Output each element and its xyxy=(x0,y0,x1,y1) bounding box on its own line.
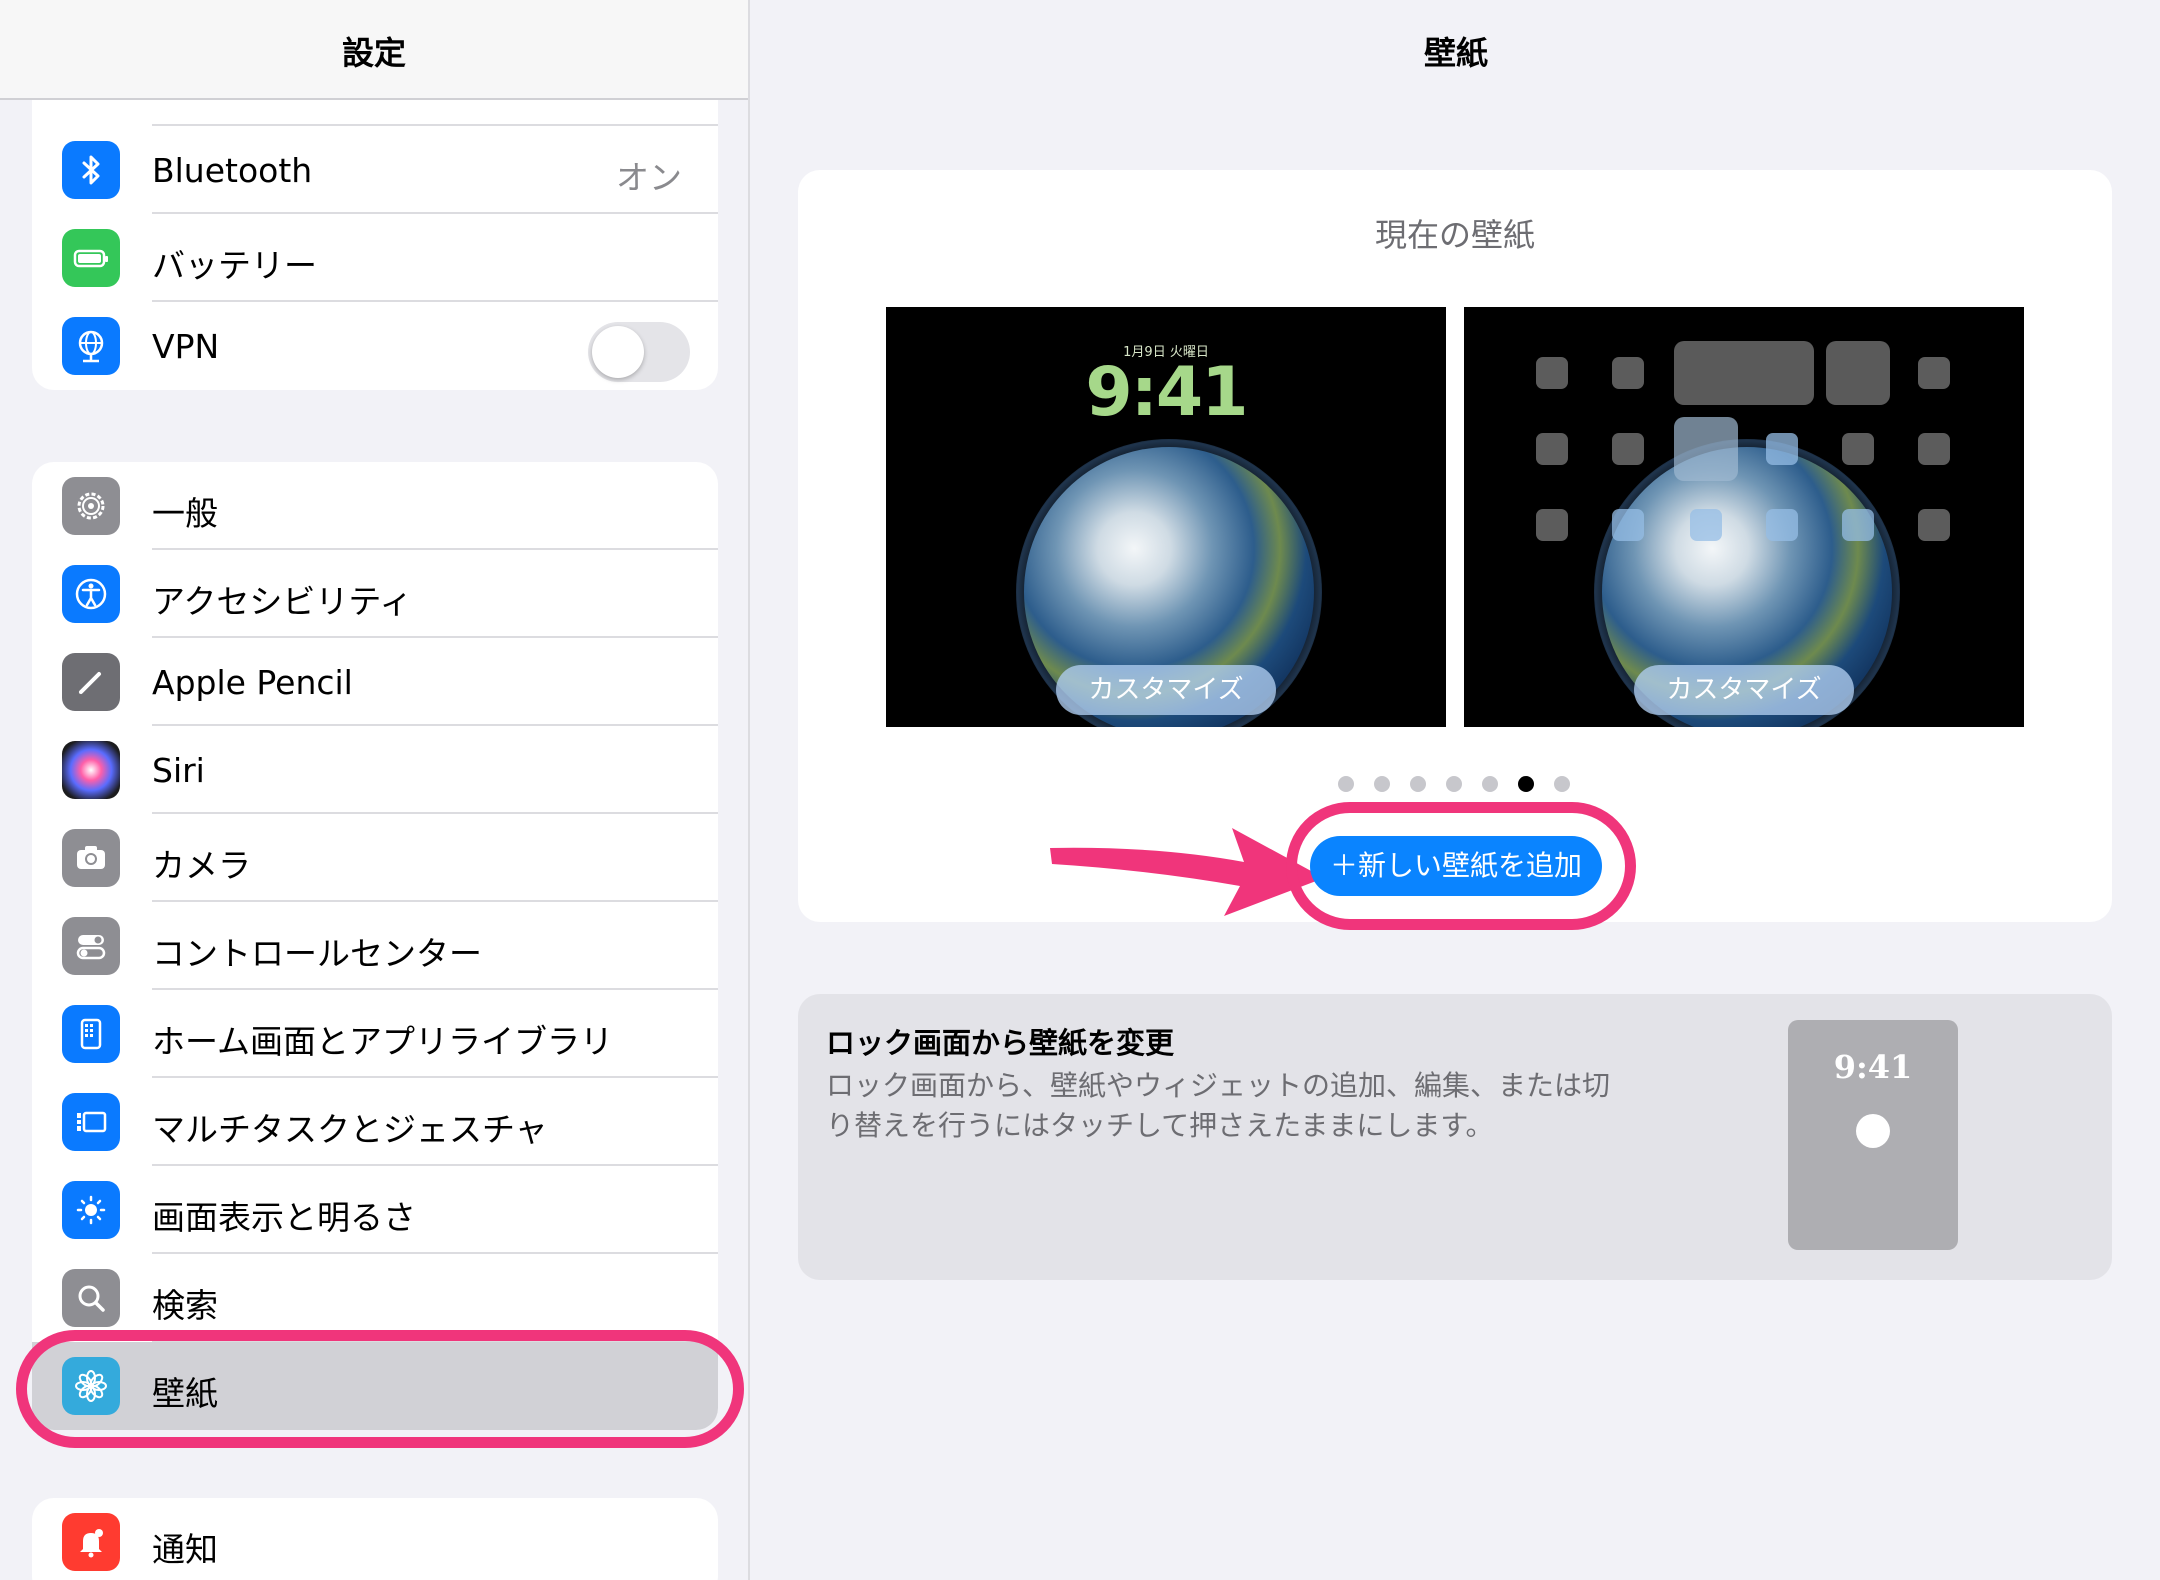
sidebar-item-label: バッテリー xyxy=(152,246,317,285)
lock-screen-illustration: 9:41 xyxy=(1788,1020,1958,1250)
accessibility-icon xyxy=(62,565,120,623)
app-icon-placeholder xyxy=(1612,357,1644,389)
customize-home-button[interactable]: カスタマイズ xyxy=(1634,665,1854,715)
battery-icon xyxy=(62,229,120,287)
notification-icon xyxy=(62,1513,120,1571)
lock-screen-tip-card: ロック画面から壁紙を変更 ロック画面から、壁紙やウィジェットの追加、編集、または… xyxy=(798,994,2112,1280)
page-dot[interactable] xyxy=(1554,776,1570,792)
app-icon-placeholder xyxy=(1536,509,1568,541)
current-wallpaper-card: 現在の壁紙 1月9日 火曜日 9:41 カスタマイズ カスタマイズ ＋新しい壁紙… xyxy=(798,170,2112,930)
pencil-icon xyxy=(62,653,120,711)
vpn-toggle[interactable] xyxy=(588,322,690,382)
sidebar-item-label: VPN xyxy=(152,327,220,366)
sidebar-item-search[interactable]: 検索 xyxy=(32,1254,718,1342)
sidebar-item-label: Apple Pencil xyxy=(152,663,353,702)
bluetooth-status: オン xyxy=(616,158,682,197)
sidebar-title: 設定 xyxy=(341,34,406,72)
gear-icon xyxy=(62,477,120,535)
app-icon-placeholder xyxy=(1690,509,1722,541)
touch-indicator-icon xyxy=(1856,1114,1890,1148)
sidebar-item-notifications[interactable]: 通知 xyxy=(32,1498,718,1580)
main-content: 壁紙 現在の壁紙 1月9日 火曜日 9:41 カスタマイズ カスタマイズ ＋新し… xyxy=(752,0,2160,1580)
brightness-icon xyxy=(62,1181,120,1239)
app-icon-placeholder xyxy=(1842,509,1874,541)
toggle-knob xyxy=(592,326,644,378)
sidebar-item-home-screen[interactable]: ホーム画面とアプリライブラリ xyxy=(32,990,718,1078)
page-dot[interactable] xyxy=(1374,776,1390,792)
settings-group-notifications: 通知 xyxy=(32,1498,718,1580)
tip-description: ロック画面から、壁紙やウィジェットの追加、編集、または切り替えを行うにはタッチし… xyxy=(826,1069,1611,1142)
widget-placeholder xyxy=(1674,341,1814,405)
sidebar-item-label: カメラ xyxy=(152,846,251,885)
page-indicator[interactable] xyxy=(1338,776,1570,792)
sidebar-item-label: Bluetooth xyxy=(152,151,313,190)
add-new-wallpaper-button[interactable]: ＋新しい壁紙を追加 xyxy=(1310,836,1602,896)
page-dot-active[interactable] xyxy=(1518,776,1534,792)
sidebar-item-siri[interactable]: Siri xyxy=(32,726,718,814)
vpn-globe-icon xyxy=(62,317,120,375)
sidebar-header: 設定 xyxy=(0,0,748,100)
page-dot[interactable] xyxy=(1446,776,1462,792)
sidebar: 設定 Bluetooth オン バッテリー VPN 一般 アクセシビリティ Ap… xyxy=(0,0,750,1580)
tip-title: ロック画面から壁紙を変更 xyxy=(826,1026,1175,1060)
siri-icon xyxy=(62,741,120,799)
app-icon-placeholder xyxy=(1766,509,1798,541)
control-center-icon xyxy=(62,917,120,975)
illustration-time: 9:41 xyxy=(1833,1048,1913,1086)
sidebar-item-accessibility[interactable]: アクセシビリティ xyxy=(32,550,718,638)
app-icon-placeholder xyxy=(1612,509,1644,541)
home-screen-icon xyxy=(62,1005,120,1063)
page-dot[interactable] xyxy=(1410,776,1426,792)
sidebar-item-label: アクセシビリティ xyxy=(152,582,413,621)
highlight-annotation-wallpaper xyxy=(16,1330,744,1448)
app-icon-placeholder xyxy=(1766,433,1798,465)
sidebar-item-vpn[interactable]: VPN xyxy=(32,302,718,390)
app-icon-placeholder xyxy=(1918,433,1950,465)
customize-lock-button[interactable]: カスタマイズ xyxy=(1056,665,1276,715)
sidebar-item-general[interactable]: 一般 xyxy=(32,462,718,550)
sidebar-item-multitasking[interactable]: マルチタスクとジェスチャ xyxy=(32,1078,718,1166)
app-icon-placeholder xyxy=(1612,433,1644,465)
sidebar-item-apple-pencil[interactable]: Apple Pencil xyxy=(32,638,718,726)
settings-group-general: 一般 アクセシビリティ Apple Pencil Siri カメラ コントロール… xyxy=(32,462,718,1430)
sidebar-item-label: 画面表示と明るさ xyxy=(152,1198,416,1237)
sidebar-item-label: 一般 xyxy=(152,494,218,533)
page-dot[interactable] xyxy=(1482,776,1498,792)
sidebar-item-label: ホーム画面とアプリライブラリ xyxy=(152,1022,614,1061)
sidebar-item-label: コントロールセンター xyxy=(152,934,482,973)
app-icon-placeholder xyxy=(1536,433,1568,465)
sidebar-item-bluetooth[interactable]: Bluetooth オン xyxy=(32,126,718,214)
current-wallpaper-heading: 現在の壁紙 xyxy=(1374,216,1535,254)
multitasking-icon xyxy=(62,1093,120,1151)
sidebar-item-control-center[interactable]: コントロールセンター xyxy=(32,902,718,990)
sidebar-item-camera[interactable]: カメラ xyxy=(32,814,718,902)
app-icon-placeholder xyxy=(1842,433,1874,465)
app-icon-placeholder xyxy=(1918,509,1950,541)
page-dot[interactable] xyxy=(1338,776,1354,792)
widget-placeholder xyxy=(1674,417,1738,481)
sidebar-item-battery[interactable]: バッテリー xyxy=(32,214,718,302)
sidebar-item-label: 通知 xyxy=(152,1530,218,1569)
app-icon-placeholder xyxy=(1536,357,1568,389)
widget-placeholder xyxy=(1826,341,1890,405)
lock-screen-time: 9:41 xyxy=(1085,353,1248,432)
sidebar-item-label: Siri xyxy=(152,751,205,790)
sidebar-item-display-brightness[interactable]: 画面表示と明るさ xyxy=(32,1166,718,1254)
camera-icon xyxy=(62,829,120,887)
page-title: 壁紙 xyxy=(1423,34,1488,72)
search-icon xyxy=(62,1269,120,1327)
app-icon-placeholder xyxy=(1918,357,1950,389)
bluetooth-icon xyxy=(62,141,120,199)
sidebar-item-label: 検索 xyxy=(152,1286,218,1325)
sidebar-item-label: マルチタスクとジェスチャ xyxy=(152,1110,548,1149)
lock-screen-preview[interactable]: 1月9日 火曜日 9:41 カスタマイズ xyxy=(886,307,1446,727)
home-screen-preview[interactable]: カスタマイズ xyxy=(1464,307,2024,727)
